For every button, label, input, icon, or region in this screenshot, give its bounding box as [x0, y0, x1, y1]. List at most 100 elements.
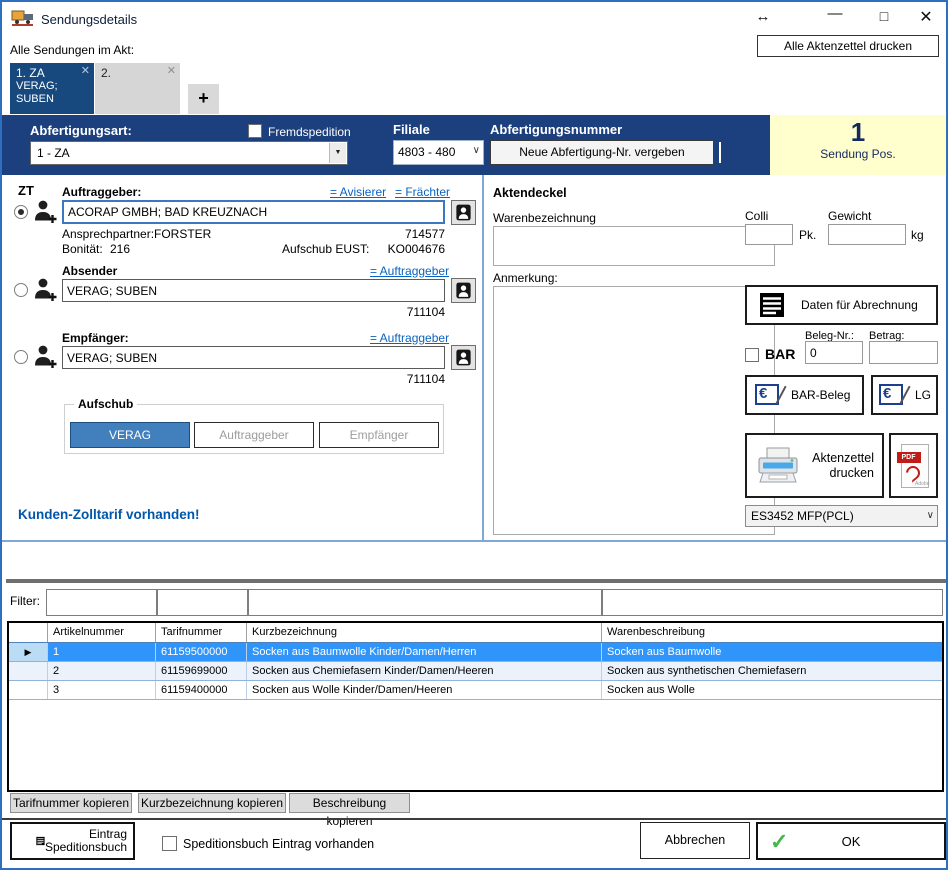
speditionsbuch-checkbox[interactable]	[162, 836, 177, 851]
copy-kurzbezeichnung-button[interactable]: Kurzbezeichnung kopieren	[138, 793, 286, 813]
sendungen-label: Alle Sendungen im Akt:	[10, 43, 134, 57]
cell-artikelnummer: 3	[48, 681, 156, 699]
anmerkung-textarea[interactable]	[493, 286, 775, 535]
bar-beleg-button[interactable]: € BAR-Beleg	[745, 375, 864, 415]
person-icon	[454, 281, 473, 300]
warenbezeichnung-textarea[interactable]	[493, 226, 775, 266]
cell-kurzbezeichnung: Socken aus Wolle Kinder/Damen/Heeren	[247, 681, 602, 699]
add-shipment-tab-button[interactable]: +	[188, 84, 219, 114]
aktenzettel-drucken-button[interactable]: Aktenzetteldrucken	[745, 433, 884, 498]
neue-abfertigungsnr-button[interactable]: Neue Abfertigung-Nr. vergeben	[490, 140, 714, 165]
aufschub-empfaenger-button[interactable]: Empfänger	[319, 422, 439, 448]
minimize-button[interactable]: —	[824, 5, 846, 22]
column-header-warenbeschreibung[interactable]: Warenbeschreibung	[602, 623, 942, 642]
euro-invoice-icon: €	[879, 382, 907, 408]
bar-label: BAR	[765, 346, 795, 362]
printer-value: ES3452 MFP(PCL)	[746, 506, 937, 526]
avisierer-link[interactable]: = Avisierer	[330, 185, 386, 199]
cell-warenbeschreibung: Socken aus synthetischen Chemiefasern	[602, 662, 942, 680]
section-divider	[2, 540, 946, 542]
auftraggeber-contact-button[interactable]	[451, 200, 476, 225]
window-title: Sendungsdetails	[41, 12, 137, 27]
table-top-divider	[6, 579, 946, 583]
resize-icon[interactable]: ↔	[752, 8, 774, 25]
empfaenger-contact-button[interactable]	[451, 345, 476, 370]
filter-input-tarifnummer[interactable]	[157, 589, 248, 616]
cancel-button[interactable]: Abbrechen	[640, 822, 750, 859]
filter-input-artikelnummer[interactable]	[46, 589, 157, 616]
bar-beleg-label: BAR-Beleg	[791, 388, 850, 402]
tab-shipment-2[interactable]: 2. ✕	[95, 63, 180, 114]
dropdown-arrow-icon[interactable]: ▼	[329, 143, 346, 163]
abfertigung-band: Abfertigungsart: 1 - ZA ▼ Fremdspedition…	[2, 115, 946, 175]
empfaenger-radio[interactable]	[14, 350, 28, 364]
column-header-tarifnummer[interactable]: Tarifnummer	[156, 623, 247, 642]
daten-abrechnung-button[interactable]: Daten für Abrechnung	[745, 285, 938, 325]
beleg-nr-input[interactable]	[805, 341, 863, 364]
column-header-artikelnummer[interactable]: Artikelnummer	[48, 623, 156, 642]
add-contact-icon[interactable]	[33, 276, 58, 303]
filter-input-kurzbezeichnung[interactable]	[248, 589, 602, 616]
table-row[interactable]: ▶ 1 61159500000 Socken aus Baumwolle Kin…	[9, 643, 942, 662]
pdf-icon: PDF Adobe	[897, 444, 931, 488]
aufschub-verag-button[interactable]: VERAG	[70, 422, 190, 448]
bonitaet-label: Bonität:	[62, 242, 103, 256]
chevron-down-icon[interactable]: ∨	[473, 145, 480, 156]
table-row[interactable]: 2 61159699000 Socken aus Chemiefasern Ki…	[9, 662, 942, 681]
print-all-aktenzettel-button[interactable]: Alle Aktenzettel drucken	[757, 35, 939, 57]
empfaenger-auftraggeber-link[interactable]: = Auftraggeber	[370, 331, 449, 345]
fraechter-link[interactable]: = Frächter	[395, 185, 450, 199]
pdf-export-button[interactable]: PDF Adobe	[889, 433, 938, 498]
copy-beschreibung-button[interactable]: Beschreibung kopieren	[289, 793, 410, 813]
row-selector-arrow: ▶	[9, 643, 48, 661]
ok-button[interactable]: ✓ OK	[756, 822, 946, 860]
add-contact-icon[interactable]	[33, 198, 58, 225]
close-button[interactable]: ✕	[915, 7, 937, 27]
gewicht-input[interactable]	[828, 224, 906, 245]
filiale-select[interactable]: 4803 - 480 ∨	[393, 140, 484, 165]
aufschub-auftraggeber-button[interactable]: Auftraggeber	[194, 422, 314, 448]
printer-icon	[755, 446, 801, 486]
lg-button[interactable]: € LG	[871, 375, 938, 415]
colli-input[interactable]	[745, 224, 793, 245]
table-row[interactable]: 3 61159400000 Socken aus Wolle Kinder/Da…	[9, 681, 942, 700]
cell-kurzbezeichnung: Socken aus Chemiefasern Kinder/Damen/Hee…	[247, 662, 602, 680]
add-contact-icon[interactable]	[33, 343, 58, 370]
cell-warenbeschreibung: Socken aus Baumwolle	[602, 643, 942, 661]
absender-input[interactable]	[62, 279, 445, 302]
chevron-down-icon[interactable]: ∨	[927, 510, 934, 521]
absender-radio[interactable]	[14, 283, 28, 297]
aufschub-eust-value: KO004676	[380, 242, 445, 256]
person-icon	[454, 348, 473, 367]
maximize-button[interactable]: □	[873, 8, 895, 24]
betrag-input[interactable]	[869, 341, 938, 364]
abfertigungsart-select[interactable]: 1 - ZA ▼	[30, 141, 348, 165]
abfertigungsart-label: Abfertigungsart:	[30, 123, 132, 138]
warenbezeichnung-label: Warenbezeichnung	[493, 211, 596, 225]
ansprechpartner-label: Ansprechpartner:	[62, 227, 154, 241]
copy-tarifnummer-button[interactable]: Tarifnummer kopieren	[10, 793, 132, 813]
filter-input-warenbeschreibung[interactable]	[602, 589, 943, 616]
bonitaet-value: 216	[110, 242, 130, 256]
tab-close-icon[interactable]: ✕	[81, 66, 90, 77]
auftraggeber-radio[interactable]	[14, 205, 28, 219]
daten-abrechnung-label: Daten für Abrechnung	[801, 298, 918, 312]
empfaenger-input[interactable]	[62, 346, 445, 369]
aktendeckel-title: Aktendeckel	[493, 186, 567, 200]
articles-table: Artikelnummer Tarifnummer Kurzbezeichnun…	[7, 621, 944, 792]
auftraggeber-input[interactable]	[62, 200, 445, 224]
printer-select[interactable]: ES3452 MFP(PCL) ∨	[745, 505, 938, 527]
absender-number: 711104	[395, 305, 445, 319]
bar-checkbox[interactable]	[745, 348, 759, 362]
tab-close-icon[interactable]: ✕	[167, 66, 176, 77]
absender-contact-button[interactable]	[451, 278, 476, 303]
absender-auftraggeber-link[interactable]: = Auftraggeber	[370, 264, 449, 278]
aufschub-eust-label: Aufschub EUST:	[282, 242, 369, 256]
filter-label: Filter:	[10, 594, 40, 608]
fremdspedition-checkbox[interactable]	[248, 124, 262, 138]
column-header-kurzbezeichnung[interactable]: Kurzbezeichnung	[247, 623, 602, 642]
tab-shipment-1[interactable]: 1. ZA ✕ VERAG; SUBEN	[10, 63, 94, 114]
eintrag-speditionsbuch-button[interactable]: EintragSpeditionsbuch	[10, 822, 135, 860]
abfertigungsart-value: 1 - ZA	[31, 142, 347, 164]
table-header-row: Artikelnummer Tarifnummer Kurzbezeichnun…	[9, 623, 942, 643]
